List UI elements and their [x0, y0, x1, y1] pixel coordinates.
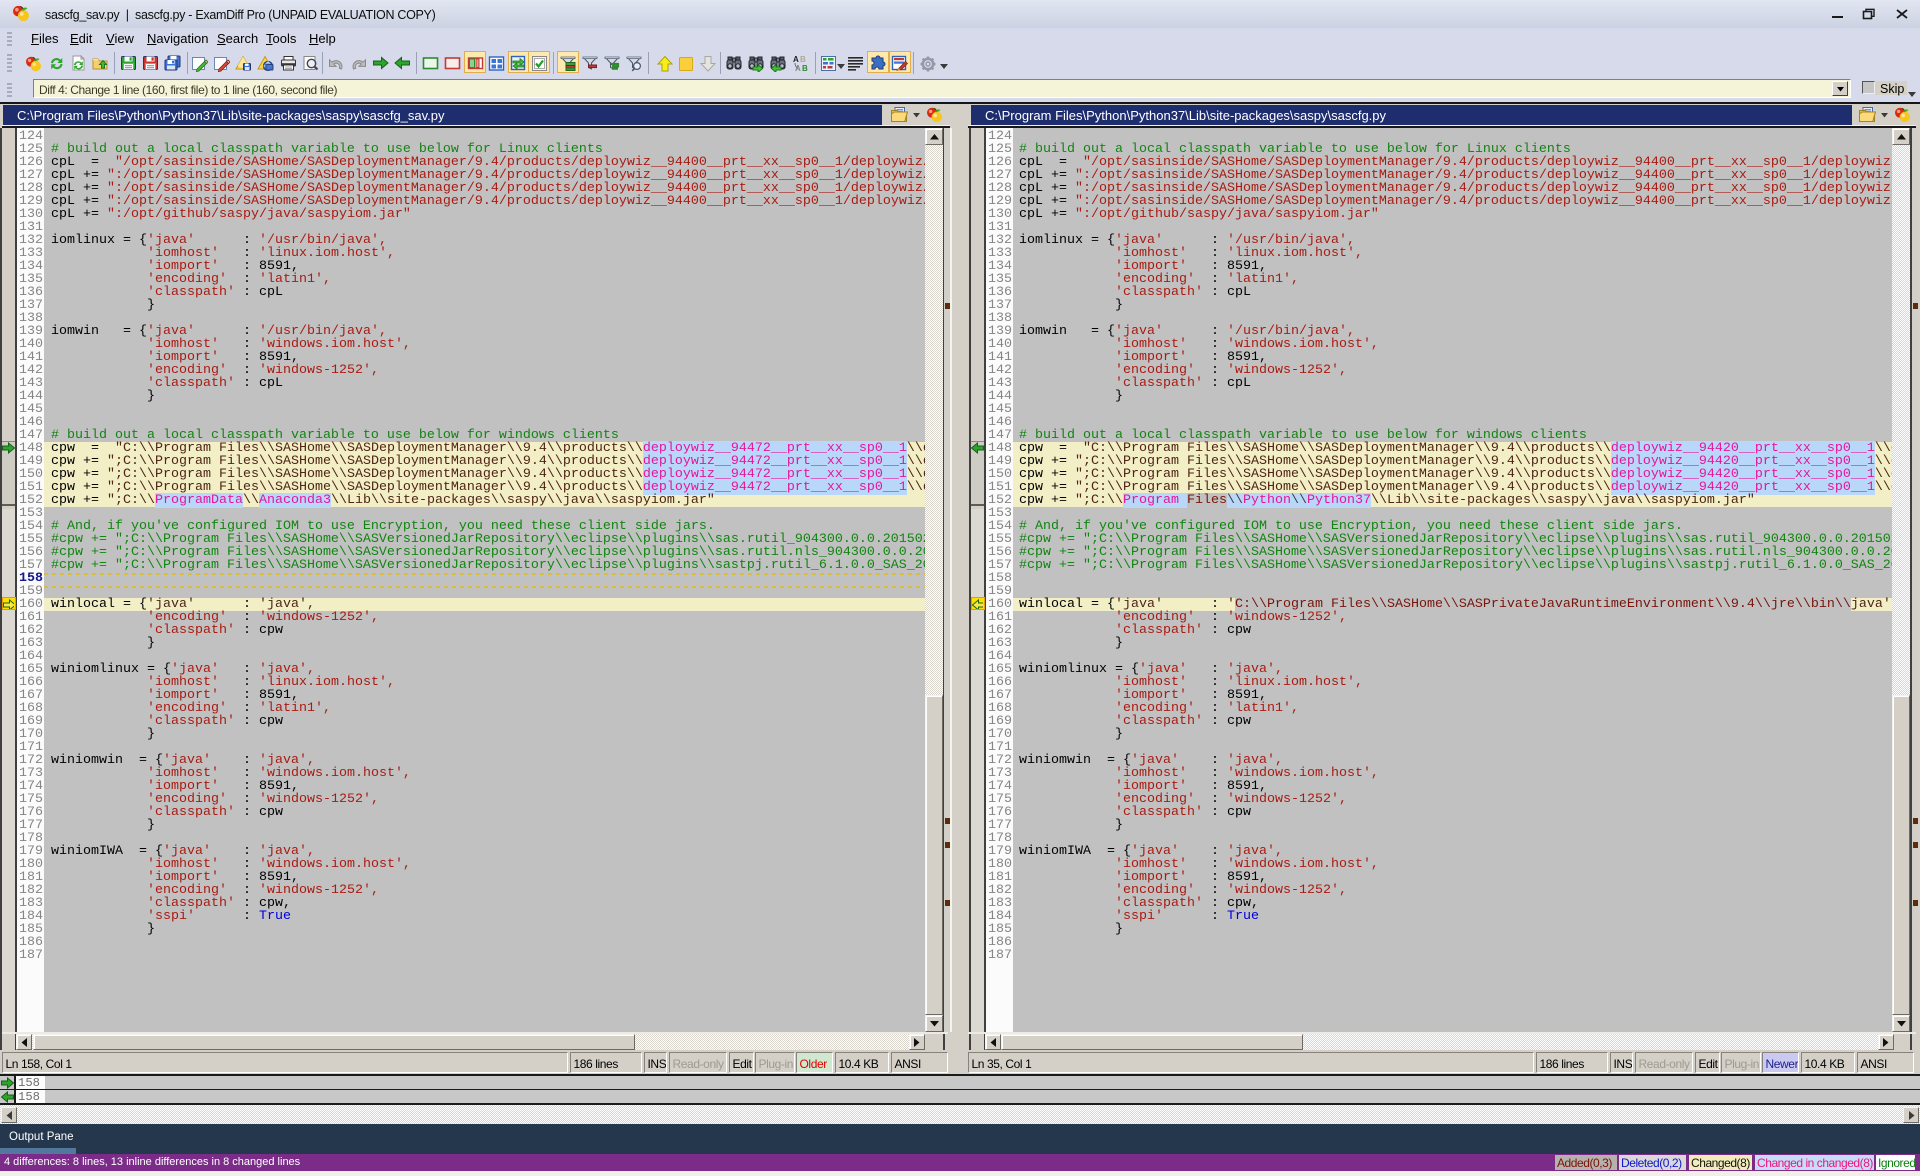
- svg-text:B: B: [800, 55, 806, 64]
- svg-text:A: A: [793, 55, 799, 64]
- svg-text:B: B: [802, 64, 808, 72]
